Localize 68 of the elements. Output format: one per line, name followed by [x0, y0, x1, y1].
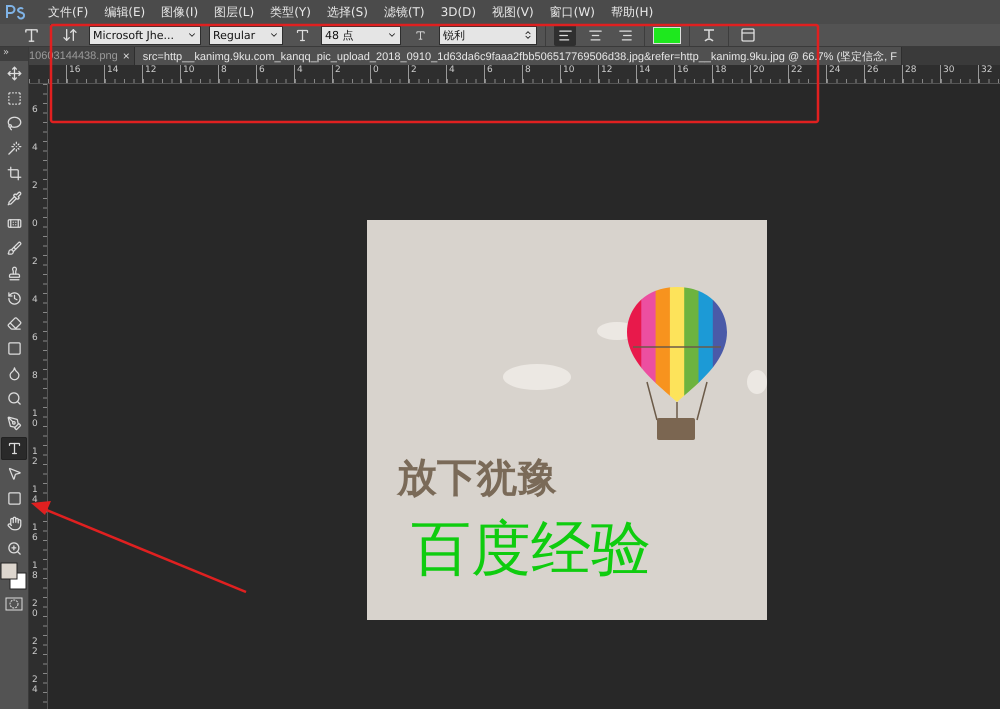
ruler-label: 20 [31, 600, 39, 621]
ruler-label: 14 [636, 65, 674, 83]
ruler-label: 22 [31, 638, 39, 659]
ruler-label: 18 [712, 65, 750, 83]
ruler-label: 0 [370, 65, 408, 83]
type-icon[interactable] [1, 437, 27, 460]
menu-item[interactable]: 编辑(E) [96, 4, 154, 20]
menu-item[interactable]: 选择(S) [318, 4, 376, 20]
menu-item[interactable]: 视图(V) [484, 4, 542, 20]
ruler-label: 30 [940, 65, 978, 83]
menu-item[interactable]: 帮助(H) [602, 4, 662, 20]
ruler-label: 6 [31, 106, 39, 117]
ruler-label: 4 [31, 296, 39, 307]
canvas-title-text: 放下犹豫 [397, 453, 558, 503]
ruler-label: 6 [484, 65, 522, 83]
up-down-caret-icon [523, 30, 533, 40]
ruler-label: 4 [446, 65, 484, 83]
ruler-label: 12 [142, 65, 180, 83]
toolbar-header[interactable]: » [0, 47, 28, 61]
ruler-label: 28 [902, 65, 940, 83]
close-icon[interactable]: × [122, 49, 130, 63]
align-icon [588, 28, 602, 42]
ruler-label: 24 [31, 676, 39, 697]
ruler-label: 14 [31, 486, 39, 507]
color-swatches-icon[interactable] [0, 561, 28, 591]
ruler-label: 10 [180, 65, 218, 83]
ruler-label: 24 [826, 65, 864, 83]
text-color-swatch[interactable] [653, 26, 681, 44]
font-family-select[interactable]: Microsoft Jhe... [89, 26, 201, 44]
menu-item[interactable]: 文件(F) [40, 4, 96, 20]
ruler-label: 16 [66, 65, 104, 83]
ruler-label: 20 [750, 65, 788, 83]
font-style-select[interactable]: Regular [209, 26, 283, 44]
ruler-label: 4 [31, 144, 39, 155]
ruler-label: 2 [31, 258, 39, 269]
ruler-label: 2 [31, 182, 39, 193]
ruler-label: 2 [332, 65, 370, 83]
ruler-label: 26 [864, 65, 902, 83]
antialias-select[interactable]: 锐利 [439, 26, 537, 44]
ruler-label: 32 [978, 65, 1000, 83]
align-icon [618, 28, 632, 42]
ruler-label: 18 [31, 562, 39, 583]
ruler-label: 2 [408, 65, 446, 83]
ruler-label: 0 [31, 220, 39, 231]
ruler-label: 6 [31, 334, 39, 345]
ruler-label: 22 [788, 65, 826, 83]
menu-item[interactable]: 图层(L) [206, 4, 262, 20]
ruler-label: 4 [294, 65, 332, 83]
ruler-label: 8 [218, 65, 256, 83]
canvas-typed-text: 百度经验 [411, 513, 652, 586]
ruler-label: 6 [256, 65, 294, 83]
ruler-label: 14 [104, 65, 142, 83]
ruler-label: 16 [31, 524, 39, 545]
menu-item[interactable]: 滤镜(T) [376, 4, 433, 20]
menu-item[interactable]: 图像(I) [153, 4, 206, 20]
menu-item[interactable]: 3D(D) [432, 5, 484, 19]
ruler-label: 10 [31, 410, 39, 431]
ruler-label: 8 [522, 65, 560, 83]
ruler-label: 16 [674, 65, 712, 83]
ruler-label: 8 [31, 372, 39, 383]
ruler-label: 12 [31, 448, 39, 469]
ruler-label: 12 [598, 65, 636, 83]
menu-item[interactable]: 类型(Y) [262, 4, 319, 20]
font-size-select[interactable]: 48 点 [321, 26, 401, 44]
menu-item[interactable]: 窗口(W) [542, 4, 603, 20]
ruler-label: 10 [560, 65, 598, 83]
align-icon [558, 28, 572, 42]
quick-mask-icon[interactable] [5, 597, 23, 611]
